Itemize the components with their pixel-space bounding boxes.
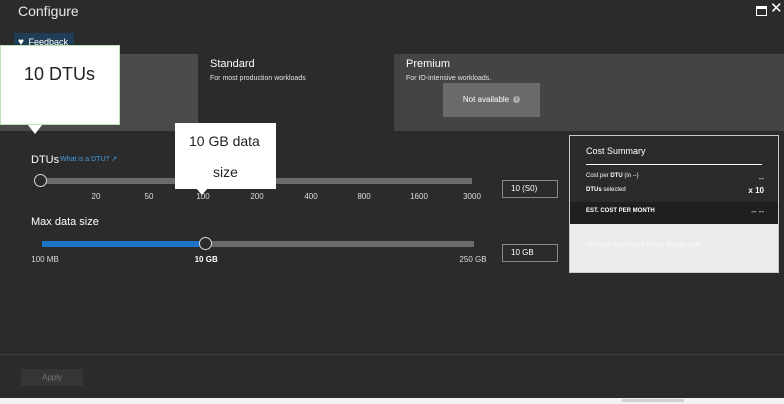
tier-premium[interactable]: Premium For IO-intensive workloads. Not …: [394, 54, 784, 131]
dtu-tick-label: 400: [304, 192, 318, 201]
maximize-icon[interactable]: [756, 6, 767, 16]
size-slider-fill: [42, 241, 207, 247]
dtu-tick-label: 50: [144, 192, 154, 201]
close-icon[interactable]: ✕: [770, 1, 783, 16]
cost-summary-divider: [586, 164, 762, 165]
est-cost-value: -- --: [751, 207, 764, 216]
size-callout-pointer: [196, 188, 208, 195]
blade-title: Configure: [18, 3, 79, 19]
size-selected-label: 10 GB: [194, 255, 218, 264]
info-icon: i: [513, 96, 521, 104]
dtu-tick-label: 800: [357, 192, 371, 201]
dtu-label: DTUs: [31, 154, 60, 166]
pricing-note: PRICING CONTACT YOUR RESELLER: [586, 243, 700, 249]
size-value-field[interactable]: 10 GB: [502, 244, 558, 262]
size-callout-line2: size: [213, 164, 238, 180]
cost-per-dtu-label: Cost per DTU (in --): [586, 173, 639, 179]
dtu-slider-thumb[interactable]: [34, 174, 47, 187]
tier-standard-desc: For most production workloads: [210, 75, 306, 82]
tier-premium-desc: For IO-intensive workloads.: [406, 75, 492, 82]
dtu-callout-pointer: [28, 125, 42, 134]
max-data-size-label: Max data size: [31, 216, 99, 228]
cost-per-dtu-value: --: [758, 174, 764, 183]
tier-standard[interactable]: Standard For most production workloads: [198, 54, 394, 131]
dtu-callout-text: 10 DTUs: [24, 64, 96, 84]
est-cost-label: EST. COST PER MONTH: [586, 208, 655, 214]
est-cost-row: EST. COST PER MONTH -- --: [570, 202, 778, 224]
tier-premium-name: Premium: [406, 58, 451, 70]
tier-standard-name: Standard: [210, 58, 255, 70]
cost-summary-title: Cost Summary: [586, 146, 646, 156]
dtus-selected-value: x 10: [748, 186, 764, 195]
scroll-indicator: [622, 399, 684, 402]
not-available-label: Not available: [462, 95, 510, 104]
dtu-value-field[interactable]: 10 (S0): [502, 180, 558, 198]
dtu-tick-label: 20: [91, 192, 101, 201]
dtu-tick-label: 200: [250, 192, 264, 201]
dtu-tick-label: 3000: [463, 192, 481, 201]
size-slider-thumb[interactable]: [199, 237, 213, 250]
dtu-callout: 10 DTUs: [0, 45, 120, 134]
size-min-label: 100 MB: [31, 255, 59, 264]
not-available-button[interactable]: Not available i: [443, 83, 540, 117]
size-max-label: 250 GB: [459, 255, 487, 264]
cost-summary-footer: PRICING CONTACT YOUR RESELLER: [570, 224, 778, 272]
cost-summary-panel: Cost Summary Cost per DTU (in --) -- DTU…: [569, 135, 779, 273]
what-is-dtu-link[interactable]: What is a DTU? ↗: [60, 155, 117, 163]
footer-divider: [0, 354, 784, 355]
dtu-tick-label: 1600: [410, 192, 428, 201]
size-callout: 10 GB data size: [175, 123, 276, 195]
configure-blade: Configure ✕ ♥ Feedback Standard For most…: [0, 0, 784, 398]
size-callout-line1: 10 GB data: [189, 133, 260, 149]
apply-button[interactable]: Apply: [21, 369, 83, 386]
dtus-selected-label: DTUs selected: [586, 187, 626, 193]
